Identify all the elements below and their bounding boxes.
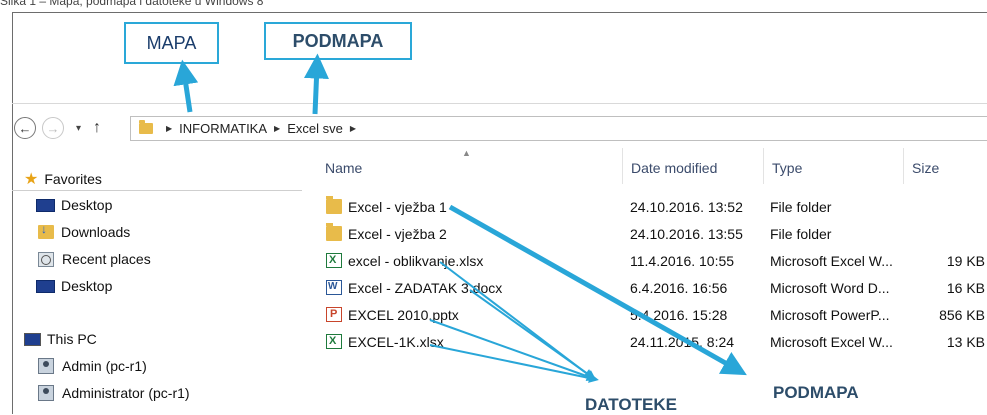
breadcrumb-informatika[interactable]: INFORMATIKA — [179, 121, 267, 136]
file-size: 856 KB — [939, 307, 985, 323]
navigation-pane: ★ Favorites Desktop Downloads Recent pla… — [12, 150, 312, 414]
network-user-icon — [38, 385, 54, 401]
desktop-icon — [36, 198, 55, 212]
folder-icon — [326, 196, 342, 214]
nav-item-recent-places[interactable]: Recent places — [38, 251, 151, 267]
folder-icon — [139, 120, 153, 134]
label-datoteke: DATOTEKE — [585, 395, 677, 414]
nav-item-label: Downloads — [61, 224, 131, 240]
nav-item-label: Desktop — [61, 197, 113, 213]
computer-icon — [24, 332, 41, 346]
forward-arrow-icon: → — [46, 120, 60, 136]
nav-pane-divider — [12, 190, 302, 191]
column-header-size[interactable]: Size — [912, 148, 939, 188]
file-date-modified: 11.4.2016. 10:55 — [630, 253, 735, 269]
figure-caption: Slika 1 – Mapa, podmapa i datoteke u Win… — [0, 0, 264, 8]
downloads-icon — [38, 222, 54, 239]
folder-icon — [326, 223, 342, 241]
file-name: Excel - ZADATAK 3.docx — [348, 280, 503, 296]
nav-item-desktop[interactable]: Desktop — [36, 197, 112, 213]
file-type: Microsoft Excel W... — [770, 253, 893, 269]
star-icon: ★ — [24, 171, 39, 188]
file-size: 13 KB — [946, 334, 985, 350]
file-name: EXCEL-1K.xlsx — [348, 334, 444, 350]
file-date-modified: 24.10.2016. 13:55 — [630, 226, 743, 242]
column-separator[interactable] — [622, 148, 623, 184]
back-button[interactable]: ← — [14, 117, 36, 139]
sort-ascending-icon: ▲ — [462, 148, 471, 158]
file-date-modified: 6.4.2016. 16:56 — [630, 280, 728, 296]
nav-item-label: Admin (pc-r1) — [62, 358, 147, 374]
breadcrumb-excel-sve[interactable]: Excel sve — [287, 121, 343, 136]
desktop-icon — [36, 279, 55, 293]
column-header-date-modified[interactable]: Date modified — [631, 148, 717, 188]
file-name: excel - oblikvanje.xlsx — [348, 253, 484, 269]
file-row[interactable]: EXCEL-1K.xlsx 24.11.2015. 8:24 Microsoft… — [312, 330, 987, 356]
callout-mapa: MAPA — [124, 22, 219, 64]
nav-item-admin-pc-r1[interactable]: Admin (pc-r1) — [38, 358, 147, 374]
nav-item-label: Desktop — [61, 278, 113, 294]
file-type: Microsoft Excel W... — [770, 334, 893, 350]
forward-button[interactable]: → — [42, 117, 64, 139]
file-row[interactable]: Excel - ZADATAK 3.docx 6.4.2016. 16:56 M… — [312, 276, 987, 302]
nav-item-administrator-pc-r1[interactable]: Administrator (pc-r1) — [38, 385, 190, 401]
nav-item-this-pc[interactable]: This PC — [24, 331, 97, 347]
ribbon-divider — [12, 103, 987, 104]
file-size: 19 KB — [946, 253, 985, 269]
navigation-buttons: ← → ▾ ↑ — [14, 115, 101, 141]
breadcrumb-separator-icon[interactable]: ▶ — [350, 124, 356, 133]
breadcrumb-separator-icon[interactable]: ▶ — [166, 124, 172, 133]
file-name: EXCEL 2010.pptx — [348, 307, 459, 323]
file-size: 16 KB — [946, 280, 985, 296]
file-type: Microsoft Word D... — [770, 280, 890, 296]
file-row[interactable]: excel - oblikvanje.xlsx 11.4.2016. 10:55… — [312, 249, 987, 275]
powerpoint-file-icon — [326, 307, 342, 322]
file-type: Microsoft PowerP... — [770, 307, 890, 323]
file-date-modified: 24.11.2015. 8:24 — [630, 334, 735, 350]
file-name: Excel - vježba 2 — [348, 226, 447, 242]
recent-locations-icon[interactable]: ▾ — [76, 123, 81, 134]
breadcrumb-separator-icon[interactable]: ▶ — [274, 124, 280, 133]
nav-item-downloads[interactable]: Downloads — [38, 222, 131, 240]
file-row[interactable]: EXCEL 2010.pptx 5.4.2016. 15:28 Microsof… — [312, 303, 987, 329]
nav-item-label: Administrator (pc-r1) — [62, 385, 190, 401]
nav-item-label: Recent places — [62, 251, 151, 267]
back-arrow-icon: ← — [18, 120, 32, 136]
nav-item-favorites[interactable]: ★ Favorites — [24, 169, 102, 189]
file-type: File folder — [770, 226, 832, 242]
word-file-icon — [326, 280, 342, 295]
address-bar[interactable]: ▶ INFORMATIKA ▶ Excel sve ▶ — [130, 116, 987, 141]
excel-file-icon — [326, 334, 342, 349]
label-podmapa-bottom: PODMAPA — [773, 383, 859, 402]
excel-file-icon — [326, 253, 342, 268]
column-header-type[interactable]: Type — [772, 148, 802, 188]
file-date-modified: 5.4.2016. 15:28 — [630, 307, 728, 323]
column-header-name[interactable]: Name — [325, 148, 362, 188]
network-user-icon — [38, 358, 54, 374]
up-arrow-icon[interactable]: ↑ — [93, 119, 101, 137]
nav-item-desktop-2[interactable]: Desktop — [36, 278, 112, 294]
nav-item-label: This PC — [47, 331, 97, 347]
recent-places-icon — [38, 251, 54, 267]
callout-podmapa-top: PODMAPA — [264, 22, 412, 60]
file-date-modified: 24.10.2016. 13:52 — [630, 199, 743, 215]
nav-item-label: Favorites — [44, 171, 102, 187]
file-row[interactable]: Excel - vježba 2 24.10.2016. 13:55 File … — [312, 222, 987, 248]
column-separator[interactable] — [763, 148, 764, 184]
file-name: Excel - vježba 1 — [348, 199, 447, 215]
column-separator[interactable] — [903, 148, 904, 184]
file-row[interactable]: Excel - vježba 1 24.10.2016. 13:52 File … — [312, 195, 987, 221]
file-type: File folder — [770, 199, 832, 215]
